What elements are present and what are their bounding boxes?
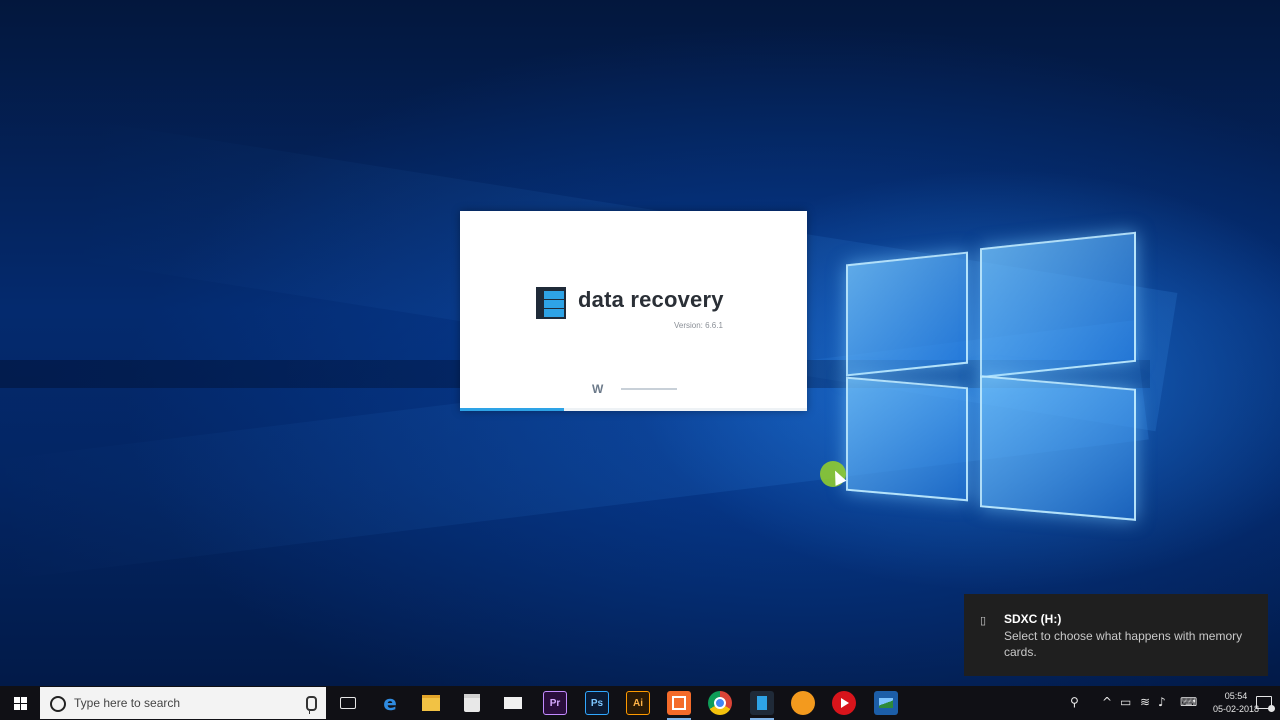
network-icon[interactable]: ≋ — [1140, 695, 1150, 709]
logo-pane — [846, 376, 968, 502]
system-tray: ⚲ ^ ▭ ≋ ♪ ⌨ 05:54 05-02-2018 — [1060, 686, 1280, 720]
logo-pane — [846, 251, 968, 377]
recoverit-icon[interactable] — [667, 691, 691, 715]
splash-progress-bar — [460, 408, 807, 411]
autoplay-notification[interactable]: ▯ SDXC (H:) Select to choose what happen… — [964, 594, 1268, 676]
battery-icon[interactable]: ▭ — [1120, 695, 1131, 709]
edge-icon[interactable]: e — [378, 691, 402, 715]
people-icon[interactable]: ⚲ — [1070, 695, 1079, 709]
chevron-up-icon[interactable]: ^ — [1102, 695, 1112, 709]
clock[interactable]: 05:54 05-02-2018 — [1210, 690, 1262, 716]
action-center-icon[interactable] — [1256, 696, 1275, 712]
language-icon[interactable]: ⌨ — [1180, 695, 1197, 709]
desktop-wallpaper: data recovery Version: 6.6.1 W ▯ SDXC (H… — [0, 0, 1280, 686]
taskbar-search-box[interactable] — [40, 687, 326, 719]
clock-time: 05:54 — [1224, 691, 1248, 701]
splash-progress-fill — [460, 408, 565, 411]
photoshop-icon[interactable]: Ps — [585, 691, 609, 715]
microphone-icon[interactable] — [306, 696, 317, 714]
notification-body: Select to choose what happens with memor… — [1004, 629, 1243, 659]
illustrator-icon[interactable]: Ai — [626, 691, 650, 715]
data-recovery-icon[interactable] — [750, 691, 774, 715]
splash-window[interactable]: data recovery Version: 6.6.1 W — [460, 211, 807, 411]
windows-start-icon — [13, 696, 27, 710]
premiere-pro-icon[interactable]: Pr — [543, 691, 567, 715]
file-explorer-icon[interactable] — [419, 691, 443, 715]
search-input[interactable] — [74, 695, 294, 711]
clock-date: 05-02-2018 — [1212, 704, 1260, 714]
taskbar: e Pr Ps Ai ⚲ ^ ▭ ≋ ♪ ⌨ 05:54 05-02-2018 — [0, 686, 1280, 720]
store-icon[interactable] — [460, 691, 484, 715]
brand-wordmark — [621, 388, 677, 390]
vlc-icon[interactable] — [791, 691, 815, 715]
cortana-search-icon — [50, 696, 66, 712]
logo-pane — [980, 375, 1136, 521]
data-recovery-logo-icon — [536, 287, 566, 319]
splash-version: Version: 6.6.1 — [674, 321, 723, 330]
media-player-icon[interactable] — [832, 691, 856, 715]
task-view-icon[interactable] — [336, 691, 360, 715]
photos-icon[interactable] — [874, 691, 898, 715]
mail-icon[interactable] — [501, 691, 525, 715]
logo-pane — [980, 231, 1136, 379]
brand-w-icon: W — [592, 382, 603, 396]
windows-logo-wallpaper — [840, 231, 1140, 522]
splash-title: data recovery — [578, 287, 724, 312]
chrome-icon[interactable] — [708, 691, 732, 715]
start-button[interactable] — [0, 686, 40, 720]
notification-title: SDXC (H:) — [1004, 612, 1062, 626]
sd-card-icon: ▯ — [980, 615, 987, 627]
volume-icon[interactable]: ♪ — [1158, 695, 1166, 709]
